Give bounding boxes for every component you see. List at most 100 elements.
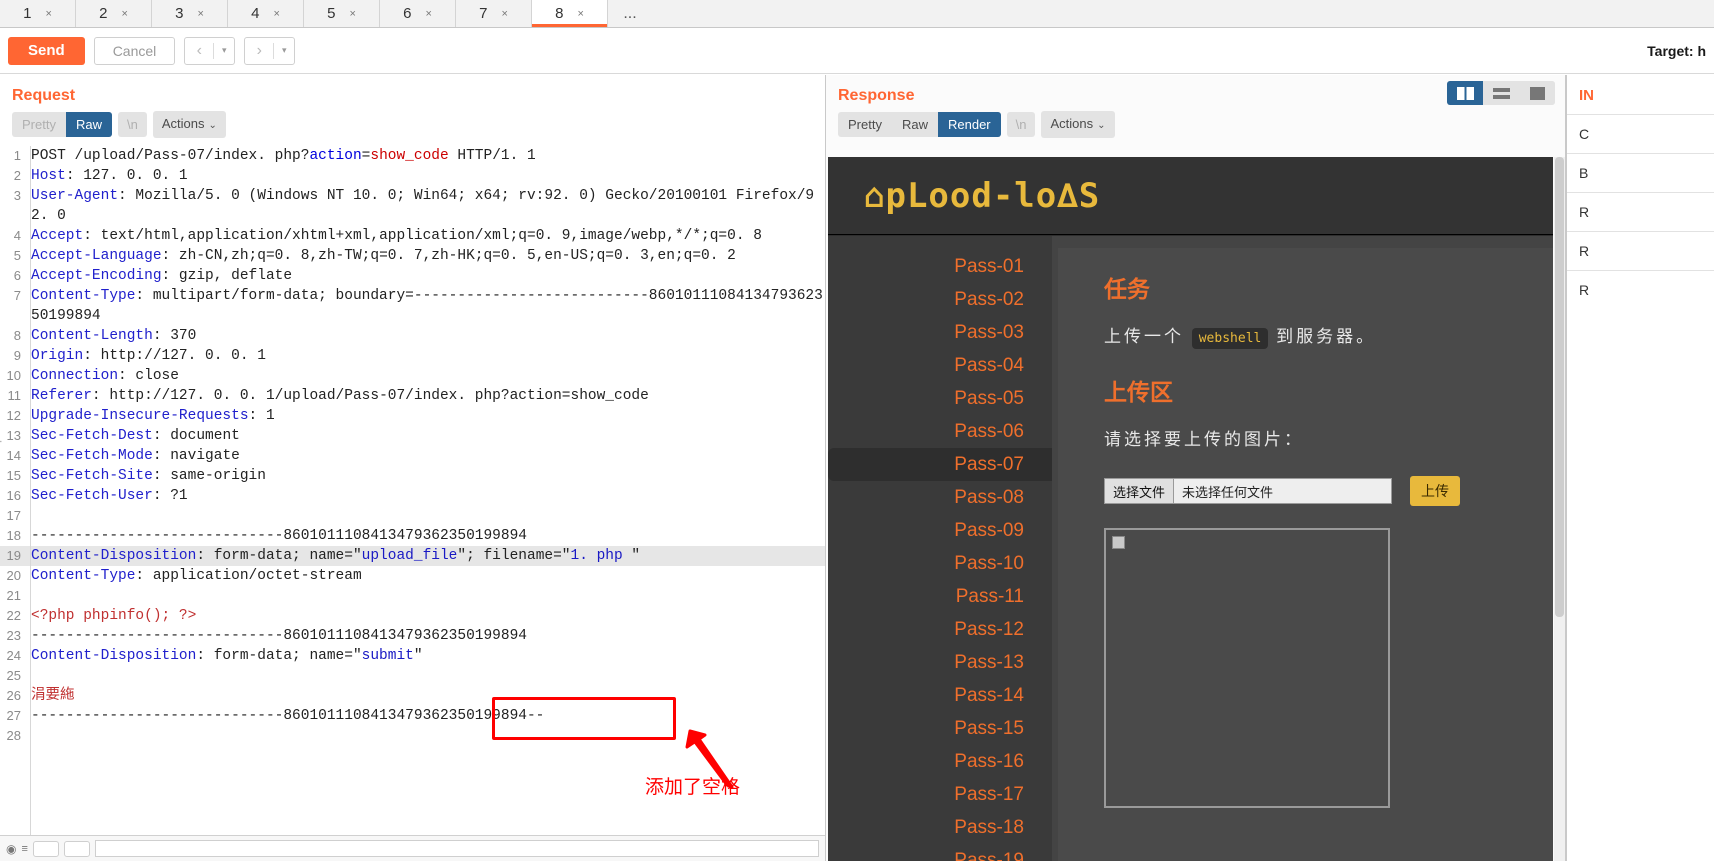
code-text[interactable]: Sec-Fetch-User: ?1: [26, 486, 825, 506]
code-line[interactable]: 11 Referer: http://127. 0. 0. 1/upload/Pa…: [0, 386, 825, 406]
code-line[interactable]: 15 Sec-Fetch-Site: same-origin: [0, 466, 825, 486]
repeater-tab-3[interactable]: 3 ×: [152, 0, 228, 27]
code-line[interactable]: 17: [0, 506, 825, 526]
code-line[interactable]: 25: [0, 666, 825, 686]
split-horizontal-icon[interactable]: [1483, 81, 1519, 105]
sidebar-item-pass-03[interactable]: Pass-03: [828, 316, 1052, 349]
code-line[interactable]: 4 Accept: text/html,application/xhtml+xml…: [0, 226, 825, 246]
sidebar-item-pass-08[interactable]: Pass-08: [828, 481, 1052, 514]
single-pane-icon[interactable]: [1519, 81, 1555, 105]
sidebar-item-pass-01[interactable]: Pass-01: [828, 250, 1052, 283]
code-line[interactable]: 20 Content-Type: application/octet-stream: [0, 566, 825, 586]
code-line[interactable]: 10 Connection: close: [0, 366, 825, 386]
close-icon[interactable]: ×: [197, 8, 203, 20]
response-view-render[interactable]: Render: [937, 112, 1001, 137]
code-line[interactable]: 12 Upgrade-Insecure-Requests: 1: [0, 406, 825, 426]
code-text[interactable]: POST /upload/Pass-07/index. php?action=s…: [26, 146, 825, 166]
back-history-chevron-down-icon[interactable]: ▾: [214, 38, 234, 64]
cancel-button[interactable]: Cancel: [93, 36, 176, 65]
code-line[interactable]: 22 <?php phpinfo(); ?>: [0, 606, 825, 626]
inspector-rows[interactable]: CBRRR: [1567, 114, 1714, 309]
upload-submit-button[interactable]: 上传: [1410, 476, 1460, 506]
code-line[interactable]: 1 POST /upload/Pass-07/index. php?action=…: [0, 146, 825, 166]
code-line[interactable]: 3 User-Agent: Mozilla/5. 0 (Windows NT 10…: [0, 186, 825, 226]
sidebar-item-pass-16[interactable]: Pass-16: [828, 745, 1052, 778]
inspector-row-5[interactable]: R: [1567, 270, 1714, 309]
sidebar-item-pass-18[interactable]: Pass-18: [828, 811, 1052, 844]
forward-history-chevron-down-icon[interactable]: ▾: [274, 38, 294, 64]
sidebar-item-pass-17[interactable]: Pass-17: [828, 778, 1052, 811]
sidebar-item-pass-10[interactable]: Pass-10: [828, 547, 1052, 580]
code-line[interactable]: 13 Sec-Fetch-Dest: document: [0, 426, 825, 446]
code-text[interactable]: Accept-Language: zh-CN,zh;q=0. 8,zh-TW;q…: [26, 246, 825, 266]
code-text[interactable]: Referer: http://127. 0. 0. 1/upload/Pass…: [26, 386, 825, 406]
code-line[interactable]: 21: [0, 586, 825, 606]
sidebar-item-pass-12[interactable]: Pass-12: [828, 613, 1052, 646]
close-icon[interactable]: ×: [121, 8, 127, 20]
scrollbar-thumb[interactable]: [1555, 157, 1564, 617]
code-text[interactable]: <?php phpinfo(); ?>: [26, 606, 825, 626]
repeater-tab-6[interactable]: 6 ×: [380, 0, 456, 27]
code-line[interactable]: 18 -----------------------------860101110…: [0, 526, 825, 546]
sidebar-item-pass-14[interactable]: Pass-14: [828, 679, 1052, 712]
file-input[interactable]: 选择文件 未选择任何文件: [1104, 478, 1392, 504]
filter-icon[interactable]: ≡: [21, 843, 27, 855]
code-text[interactable]: Upgrade-Insecure-Requests: 1: [26, 406, 825, 426]
code-text[interactable]: Sec-Fetch-Site: same-origin: [26, 466, 825, 486]
request-actions-menu[interactable]: Actions ⌄: [152, 111, 226, 138]
close-icon[interactable]: ×: [45, 8, 51, 20]
back-nav-group[interactable]: ‹ ▾: [184, 36, 236, 65]
response-newline-chip[interactable]: \n: [1006, 112, 1036, 137]
code-text[interactable]: -----------------------------86010111084…: [26, 526, 825, 546]
editor-footer-button-1[interactable]: [32, 840, 59, 857]
forward-arrow-icon[interactable]: ›: [245, 38, 273, 64]
code-line[interactable]: 7 Content-Type: multipart/form-data; boun…: [0, 286, 825, 326]
code-line[interactable]: 14 Sec-Fetch-Mode: navigate: [0, 446, 825, 466]
code-text[interactable]: Sec-Fetch-Mode: navigate: [26, 446, 825, 466]
code-line[interactable]: 6 Accept-Encoding: gzip, deflate: [0, 266, 825, 286]
repeater-tab-1[interactable]: 1 ×: [0, 0, 76, 27]
code-text[interactable]: Connection: close: [26, 366, 825, 386]
sidebar-item-pass-02[interactable]: Pass-02: [828, 283, 1052, 316]
close-icon[interactable]: ×: [501, 8, 507, 20]
code-line[interactable]: 24 Content-Disposition: form-data; name=″…: [0, 646, 825, 666]
split-vertical-icon[interactable]: [1447, 81, 1483, 105]
pane-layout-toggle[interactable]: [1447, 81, 1555, 105]
search-icon[interactable]: ◉: [6, 842, 16, 856]
code-line[interactable]: 28: [0, 726, 825, 746]
sidebar-item-pass-19[interactable]: Pass-19: [828, 844, 1052, 861]
code-line[interactable]: 16 Sec-Fetch-User: ?1: [0, 486, 825, 506]
response-scrollbar[interactable]: [1554, 157, 1565, 861]
code-text[interactable]: 涓要絁: [26, 686, 825, 706]
request-view-toggle[interactable]: Pretty Raw: [12, 112, 112, 137]
response-view-raw[interactable]: Raw: [892, 112, 938, 137]
code-text[interactable]: -----------------------------86010111084…: [26, 626, 825, 646]
code-text[interactable]: User-Agent: Mozilla/5. 0 (Windows NT 10.…: [26, 186, 825, 226]
code-text[interactable]: Host: 127. 0. 0. 1: [26, 166, 825, 186]
code-line[interactable]: 8 Content-Length: 370: [0, 326, 825, 346]
code-text[interactable]: Content-Type: multipart/form-data; bound…: [26, 286, 825, 326]
inspector-row-2[interactable]: B: [1567, 153, 1714, 192]
code-text[interactable]: [26, 586, 825, 606]
response-view-pretty[interactable]: Pretty: [838, 112, 892, 137]
request-view-raw[interactable]: Raw: [65, 112, 112, 137]
response-view-toggle[interactable]: Pretty Raw Render: [838, 112, 1001, 137]
code-line[interactable]: 23 -----------------------------860101110…: [0, 626, 825, 646]
more-tabs-icon[interactable]: ...: [608, 0, 652, 27]
code-line[interactable]: 5 Accept-Language: zh-CN,zh;q=0. 8,zh-TW;…: [0, 246, 825, 266]
request-newline-chip[interactable]: \n: [117, 112, 147, 137]
request-editor[interactable]: 1 POST /upload/Pass-07/index. php?action=…: [0, 146, 825, 835]
close-icon[interactable]: ×: [425, 8, 431, 20]
code-line[interactable]: 9 Origin: http://127. 0. 0. 1: [0, 346, 825, 366]
code-text[interactable]: Accept: text/html,application/xhtml+xml,…: [26, 226, 825, 246]
code-text[interactable]: Sec-Fetch-Dest: document: [26, 426, 825, 446]
code-text[interactable]: Content-Type: application/octet-stream: [26, 566, 825, 586]
code-text[interactable]: -----------------------------86010111084…: [26, 706, 825, 726]
code-line[interactable]: 19 Content-Disposition: form-data; name=″…: [0, 546, 825, 566]
code-line[interactable]: 26 涓要絁: [0, 686, 825, 706]
close-icon[interactable]: ×: [349, 8, 355, 20]
editor-footer-button-2[interactable]: [63, 840, 90, 857]
choose-file-button[interactable]: 选择文件: [1105, 479, 1175, 503]
inspector-row-4[interactable]: R: [1567, 231, 1714, 270]
repeater-tab-5[interactable]: 5 ×: [304, 0, 380, 27]
